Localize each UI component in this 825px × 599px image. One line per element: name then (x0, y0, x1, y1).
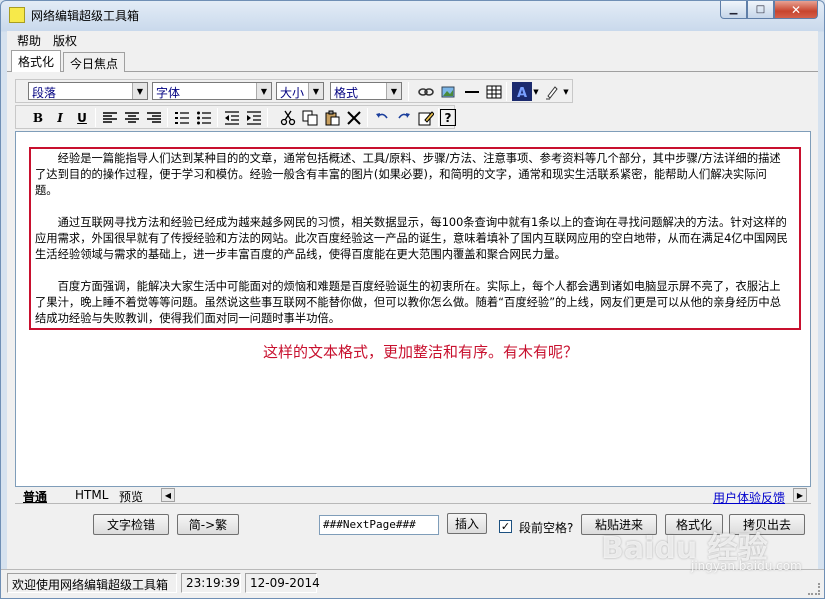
format-select[interactable]: 格式 ▼ (330, 82, 402, 100)
status-time: 23:19:39 (181, 573, 241, 593)
scroll-left-icon[interactable]: ◀ (161, 488, 175, 502)
underline-button[interactable]: U (72, 108, 92, 127)
image-icon[interactable] (438, 82, 458, 101)
simplified-to-traditional-button[interactable]: 简->繁 (177, 514, 239, 535)
view-mode-tabs: 普通 HTML 预览 ◀ ▶ (15, 487, 811, 504)
annotation-text: 这样的文本格式，更加整洁和有序。有木有呢？ (263, 343, 579, 361)
chevron-down-icon: ▼ (308, 83, 323, 99)
svg-text:A: A (517, 86, 527, 100)
toolbar-separator (95, 108, 96, 127)
content-paragraph-2: 通过互联网寻找方法和经验已经成为越来越多网民的习惯，相关数据显示，每100条查询… (35, 216, 788, 261)
font-select[interactable]: 字体 ▼ (152, 82, 272, 100)
insert-button[interactable]: 插入 (447, 513, 487, 534)
tab-today-focus[interactable]: 今日焦点 (63, 52, 126, 72)
toolbar-separator (267, 108, 268, 127)
formatted-content[interactable]: 经验是一篇能指导人们达到某种目的的文章，通常包括概述、工具/原料、步骤/方法、注… (29, 147, 801, 330)
content-paragraph-3: 百度方面强调，能解决大家生活中可能面对的烦恼和难题是百度经验诞生的初衷所在。实际… (35, 280, 782, 325)
menu-bar: 帮助 版权 (7, 31, 818, 50)
copy-icon[interactable] (300, 108, 320, 127)
scroll-right-icon[interactable]: ▶ (793, 488, 807, 502)
menu-copyright[interactable]: 版权 (47, 32, 83, 49)
help-icon[interactable]: ? (440, 109, 456, 126)
paragraph-select-value: 段落 (32, 86, 57, 100)
size-select-value: 大小 (280, 86, 305, 100)
align-center-icon[interactable] (122, 108, 142, 127)
text-color-icon[interactable]: A (512, 82, 532, 101)
cut-icon[interactable] (278, 108, 298, 127)
indent-icon[interactable] (244, 108, 264, 127)
numbered-list-icon[interactable] (172, 108, 192, 127)
indent-checkbox-label: 段前空格? (519, 521, 574, 535)
size-select[interactable]: 大小 ▼ (276, 82, 324, 100)
toolbar-separator (217, 108, 218, 127)
watermark-url: jingyan.baidu.com (691, 559, 802, 573)
app-window: 网络编辑超级工具箱 ▁ □ ✕ 帮助 版权 格式化 今日焦点 段落 ▼ 字体 ▼… (0, 0, 825, 599)
horizontal-rule-icon[interactable] (462, 82, 482, 101)
align-right-icon[interactable] (144, 108, 164, 127)
table-icon[interactable] (484, 82, 504, 101)
bullet-list-icon[interactable] (194, 108, 214, 127)
minimize-button[interactable]: ▁ (720, 1, 747, 19)
font-select-value: 字体 (156, 86, 181, 100)
indent-checkbox[interactable]: ✓ (499, 520, 512, 533)
format-select-value: 格式 (334, 86, 359, 100)
format-toolbar: 段落 ▼ 字体 ▼ 大小 ▼ 格式 ▼ A ▼ ▼ (15, 79, 573, 103)
tab-normal[interactable]: 普通 (19, 488, 51, 504)
toolbar-separator (506, 82, 507, 101)
toolbar-separator (367, 108, 368, 127)
spellcheck-button[interactable]: 文字检错 (93, 514, 169, 535)
toolbar-separator (438, 108, 439, 127)
edit-note-icon[interactable] (416, 108, 436, 127)
tab-format[interactable]: 格式化 (11, 50, 62, 72)
maximize-button[interactable]: □ (747, 1, 774, 19)
link-icon[interactable] (416, 82, 436, 101)
paste-icon[interactable] (322, 108, 342, 127)
highlight-pen-icon[interactable] (542, 82, 562, 101)
resize-grip[interactable] (808, 583, 820, 595)
paragraph-select[interactable]: 段落 ▼ (28, 82, 148, 100)
main-tabs: 格式化 今日焦点 (7, 50, 818, 72)
undo-icon[interactable] (372, 108, 392, 127)
status-date: 12-09-2014 (245, 573, 320, 593)
toolbar-separator (167, 108, 168, 127)
bold-button[interactable]: B (28, 108, 48, 127)
toolbar-separator (408, 82, 409, 101)
edit-toolbar: B I U ? (15, 105, 456, 129)
chevron-down-icon[interactable]: ▼ (531, 82, 541, 101)
chevron-down-icon: ▼ (256, 83, 271, 99)
tab-preview[interactable]: 预览 (115, 488, 147, 504)
tab-html[interactable]: HTML (71, 488, 112, 504)
page-separator-input[interactable]: ###NextPage### (319, 515, 439, 535)
chevron-down-icon[interactable]: ▼ (561, 82, 571, 101)
delete-icon[interactable] (344, 108, 364, 127)
italic-button[interactable]: I (50, 108, 70, 127)
status-bar: 欢迎使用网络编辑超级工具箱 23:19:39 12-09-2014 (1, 569, 824, 598)
menu-help[interactable]: 帮助 (11, 32, 47, 49)
status-welcome: 欢迎使用网络编辑超级工具箱 (7, 573, 177, 593)
redo-icon[interactable] (394, 108, 414, 127)
outdent-icon[interactable] (222, 108, 242, 127)
content-paragraph-1: 经验是一篇能指导人们达到某种目的的文章，通常包括概述、工具/原料、步骤/方法、注… (35, 152, 781, 197)
chevron-down-icon: ▼ (386, 83, 401, 99)
app-icon (9, 7, 25, 23)
close-button[interactable]: ✕ (774, 1, 818, 19)
title-bar[interactable]: 网络编辑超级工具箱 ▁ □ ✕ (1, 1, 824, 29)
window-controls: ▁ □ ✕ (720, 1, 818, 19)
feedback-link[interactable]: 用户体验反馈 (713, 489, 785, 506)
align-left-icon[interactable] (100, 108, 120, 127)
window-title: 网络编辑超级工具箱 (31, 9, 140, 23)
chevron-down-icon: ▼ (132, 83, 147, 99)
